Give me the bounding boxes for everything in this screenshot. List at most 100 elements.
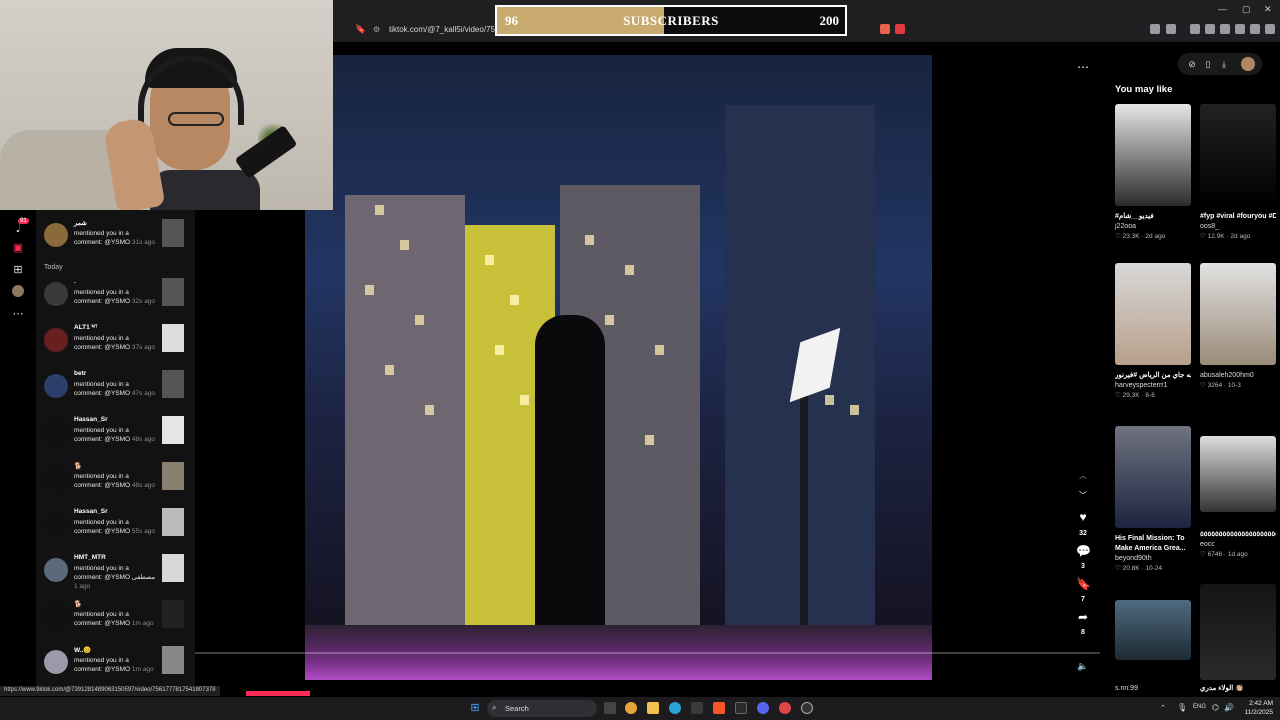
volume-icon[interactable]: 🔈	[1077, 661, 1088, 672]
menu-icon[interactable]	[1265, 24, 1275, 34]
video-thumbnail[interactable]	[1200, 104, 1276, 206]
video-thumbnail[interactable]	[162, 646, 184, 674]
minimize-icon[interactable]: —	[1218, 4, 1227, 14]
notification-user[interactable]: .	[74, 278, 76, 285]
like-icon[interactable]: ♥	[1076, 510, 1090, 524]
video-thumbnail[interactable]	[162, 370, 184, 398]
card-user[interactable]: oos8_	[1200, 222, 1276, 232]
video-card[interactable]: #fyp #viral #fouryou #Dexter... oos8_ ♡ …	[1200, 104, 1276, 242]
network-icon[interactable]: ⌬	[1212, 703, 1219, 712]
share-icon[interactable]: ➦	[1076, 610, 1090, 624]
video-thumbnail[interactable]	[162, 219, 184, 247]
file-explorer-icon[interactable]	[647, 702, 659, 714]
vpn-icon[interactable]	[1235, 24, 1245, 34]
comment-icon[interactable]: 💬	[1076, 544, 1091, 558]
notification-user[interactable]: 🐕	[74, 462, 82, 470]
video-card[interactable]: الولاء مدري 👏🏼	[1200, 584, 1276, 694]
notification-user[interactable]: Hassan_Sr	[74, 508, 108, 515]
video-thumbnail[interactable]	[1115, 263, 1191, 365]
avatar[interactable]	[44, 282, 68, 306]
next-video-icon[interactable]: ﹀	[1076, 489, 1090, 503]
notification-item[interactable]: Hassan_Sr mentioned you in a comment: @Y…	[42, 416, 192, 460]
notification-user[interactable]: betr	[74, 370, 86, 377]
video-card[interactable]: أنا جاي من بعيد درا عشانه جاي من الرياض …	[1115, 263, 1191, 401]
video-thumbnail[interactable]	[162, 278, 184, 306]
notification-item[interactable]: . mentioned you in a comment: @YSMO 32s …	[42, 278, 192, 322]
avatar[interactable]	[44, 650, 68, 674]
card-user[interactable]: s.nn.99	[1115, 684, 1191, 694]
video-card[interactable]: abusaleh200hm0 ♡ 3264 · 10-3	[1200, 263, 1276, 391]
avatar[interactable]	[44, 328, 68, 352]
reading-list-icon[interactable]	[1205, 24, 1215, 34]
more-icon[interactable]: ⋯	[11, 307, 25, 321]
avatar[interactable]	[44, 558, 68, 582]
wallet-icon[interactable]	[1220, 24, 1230, 34]
video-thumbnail[interactable]	[162, 554, 184, 582]
maximize-icon[interactable]: ▢	[1242, 4, 1251, 15]
avatar[interactable]	[44, 512, 68, 536]
extension-icon[interactable]	[1150, 24, 1160, 34]
notification-user[interactable]: شمر	[74, 219, 87, 227]
notification-item[interactable]: betr mentioned you in a comment: @YSMO 4…	[42, 370, 192, 414]
sidebar-icon[interactable]	[1166, 24, 1176, 34]
more-options-icon[interactable]: ⋯	[1076, 60, 1090, 74]
profile-icon[interactable]	[11, 285, 25, 299]
app-icon[interactable]	[779, 702, 791, 714]
obs-icon[interactable]	[801, 702, 813, 714]
video-thumbnail[interactable]	[162, 508, 184, 536]
notification-item[interactable]: HMT_MTR mentioned you in a comment: @YSM…	[42, 554, 192, 598]
upload-icon[interactable]: ⊞	[11, 263, 25, 277]
video-card[interactable]: His Final Mission: To Make America Grea.…	[1115, 426, 1191, 574]
notification-item[interactable]: ALT1 ᴹᵀ mentioned you in a comment: @YSM…	[42, 324, 192, 368]
video-card[interactable]: ٥٥٥٥٥٥٥٥٥٥٥٥٥٥٥٥٥٥٥٥٥٥٥٥٥٥٥٥٥٥ eocc ♡ 67…	[1200, 436, 1276, 560]
notification-item[interactable]: شمر mentioned you in a comment: @YSMO 31…	[42, 219, 192, 263]
compass-icon[interactable]: ⊘	[1186, 58, 1198, 70]
bookmark-icon[interactable]: 🔖	[355, 24, 366, 35]
video-player[interactable]	[305, 55, 932, 680]
card-user[interactable]: eocc	[1200, 540, 1276, 550]
notification-user[interactable]: HMT_MTR	[74, 554, 106, 561]
avatar[interactable]	[44, 420, 68, 444]
avatar[interactable]	[44, 223, 68, 247]
widgets-icon[interactable]	[625, 702, 637, 714]
video-thumbnail[interactable]	[162, 462, 184, 490]
card-user[interactable]: abusaleh200hm0	[1200, 371, 1276, 381]
card-user[interactable]: harveyspecterrr1	[1115, 381, 1191, 391]
video-thumbnail[interactable]	[162, 600, 184, 628]
notification-item[interactable]: 🐕 mentioned you in a comment: @YSMO 1m a…	[42, 600, 192, 644]
avatar[interactable]	[44, 466, 68, 490]
video-thumbnail[interactable]	[162, 324, 184, 352]
avatar[interactable]	[44, 374, 68, 398]
discord-icon[interactable]	[757, 702, 769, 714]
download-icon[interactable]: ⤓	[1218, 58, 1230, 70]
rewards-icon[interactable]	[895, 24, 905, 34]
previous-video-icon[interactable]: ︿	[1076, 469, 1090, 483]
playlist-icon[interactable]	[1190, 24, 1200, 34]
close-icon[interactable]: ✕	[1264, 4, 1272, 15]
device-icon[interactable]: ▯	[1202, 58, 1214, 70]
clock-time[interactable]: 2:42 AM	[1241, 700, 1273, 707]
volume-tray-icon[interactable]: 🔊	[1224, 703, 1234, 712]
video-thumbnail[interactable]	[162, 416, 184, 444]
brave-icon[interactable]	[713, 702, 725, 714]
notification-item[interactable]: W..😊 mentioned you in a comment: @YSMO 1…	[42, 646, 192, 690]
task-view-icon[interactable]	[604, 702, 616, 714]
tiktok-logo-icon[interactable]: 𝅘𝅥	[11, 222, 25, 236]
mic-tray-icon[interactable]: 🎙	[1177, 703, 1187, 712]
card-user[interactable]: j22ooa	[1115, 222, 1191, 232]
notification-user[interactable]: W..😊	[74, 646, 91, 654]
language-indicator[interactable]: ENG	[1193, 704, 1206, 710]
clock-date[interactable]: 11/2/2025	[1241, 709, 1273, 716]
notification-item[interactable]: 🐕 mentioned you in a comment: @YSMO 48s …	[42, 462, 192, 506]
taskbar-search[interactable]: Search	[487, 700, 597, 717]
video-thumbnail[interactable]	[1200, 263, 1276, 365]
video-thumbnail[interactable]	[1115, 600, 1191, 660]
video-thumbnail[interactable]	[1200, 584, 1276, 680]
windows-start-icon[interactable]: ⊞	[469, 702, 481, 714]
card-user[interactable]: beyond90th	[1115, 554, 1191, 564]
video-progress-track[interactable]	[195, 652, 1100, 654]
chevron-up-icon[interactable]: ⌃	[1160, 704, 1166, 712]
edge-icon[interactable]	[669, 702, 681, 714]
video-card[interactable]: #فيديو__شام j22ooa ♡ 23.3K · 2d ago	[1115, 104, 1191, 242]
site-settings-icon[interactable]: ⚙	[373, 25, 380, 34]
